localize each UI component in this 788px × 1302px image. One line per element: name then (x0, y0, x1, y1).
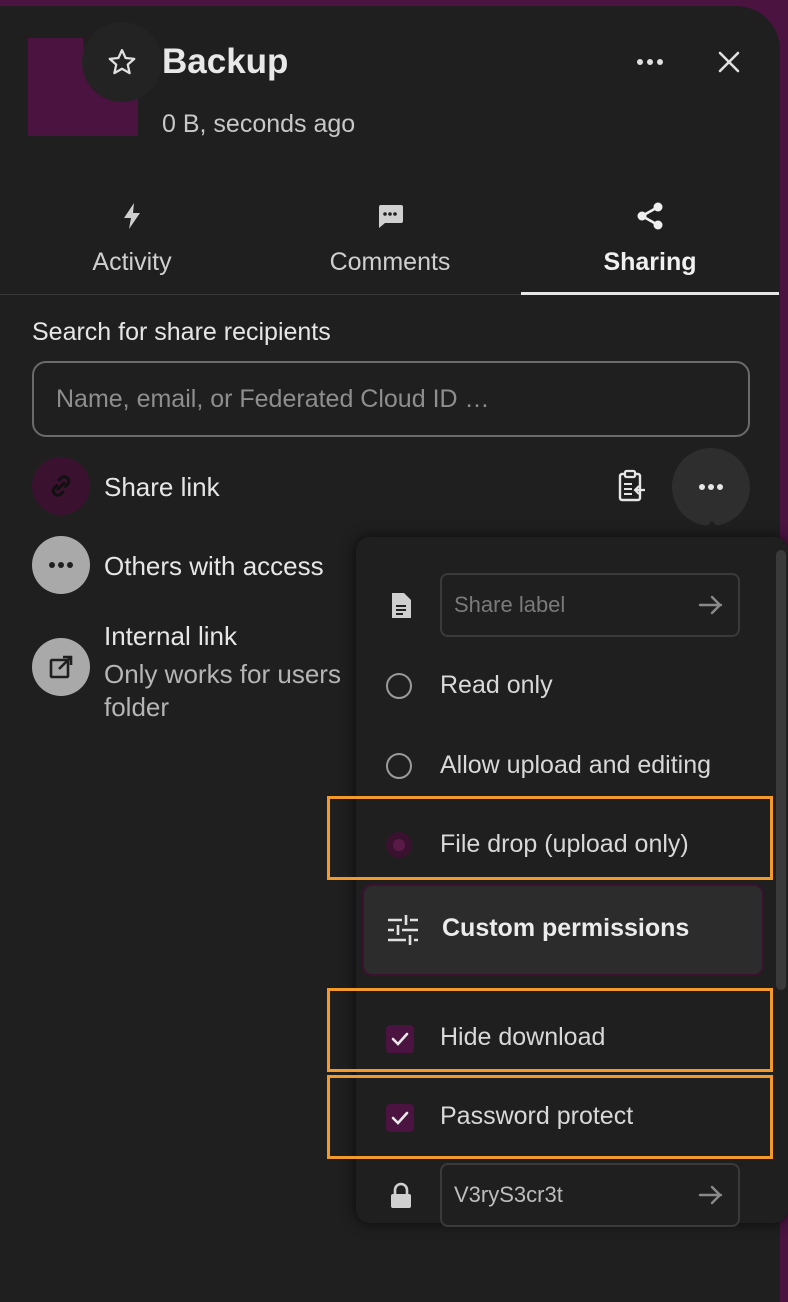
sliders-icon (388, 915, 418, 945)
close-icon (718, 51, 740, 73)
internal-link-desc-2: folder (104, 692, 170, 722)
tab-comments-label: Comments (329, 248, 451, 276)
custom-permissions-label: Custom permissions (442, 914, 690, 942)
highlight-hide-download (327, 988, 773, 1072)
copy-link-button[interactable] (608, 462, 656, 510)
password-field-item (356, 1163, 776, 1229)
share-link-actions-button[interactable] (672, 448, 750, 526)
others-access-label[interactable]: Others with access (104, 551, 324, 582)
others-access-avatar[interactable] (32, 536, 90, 594)
internal-link-desc-1: Only works for users (104, 659, 341, 689)
close-button[interactable] (700, 34, 758, 90)
tab-activity-label: Activity (92, 248, 172, 276)
share-link-avatar (32, 457, 90, 515)
custom-permissions-button[interactable]: Custom permissions (362, 884, 764, 976)
tab-sharing[interactable]: Sharing (521, 182, 779, 295)
link-icon (51, 475, 71, 497)
menu-scrollbar[interactable] (776, 550, 786, 990)
read-only-label: Read only (440, 671, 553, 699)
document-icon-wrap (384, 589, 418, 623)
read-only-radio[interactable] (386, 673, 412, 699)
share-link-label: Share link (104, 472, 220, 502)
arrow-right-icon (698, 595, 723, 615)
highlight-file-drop (327, 796, 773, 880)
lock-icon-wrap (384, 1179, 418, 1213)
tab-comments[interactable]: Comments (261, 182, 519, 294)
lock-icon (391, 1182, 411, 1208)
share-label-item (356, 573, 776, 639)
document-icon (392, 593, 411, 618)
tab-sharing-label: Sharing (603, 248, 697, 276)
search-label: Search for share recipients (32, 318, 331, 346)
internal-link-title: Internal link (104, 621, 237, 651)
allow-upload-editing-label: Allow upload and editing (440, 751, 712, 779)
favorite-button[interactable] (82, 22, 162, 102)
clipboard-icon (618, 469, 645, 502)
tab-bar: Activity Comments Sharing (0, 182, 780, 295)
arrow-right-icon (698, 1185, 723, 1205)
read-only-option[interactable]: Read only (356, 659, 776, 715)
external-link-icon (49, 655, 73, 679)
allow-upload-editing-radio[interactable] (386, 753, 412, 779)
star-icon (108, 49, 136, 75)
comment-icon (379, 205, 403, 228)
tab-activity[interactable]: Activity (3, 182, 261, 294)
highlight-password-protect (327, 1075, 773, 1159)
password-submit[interactable] (694, 1178, 728, 1212)
share-icon (637, 202, 663, 230)
more-horizontal-icon (49, 562, 73, 568)
share-recipient-search-input[interactable] (32, 361, 750, 437)
more-horizontal-icon (637, 59, 663, 65)
sliders-icon-wrap (386, 913, 420, 947)
file-title: Backup (162, 42, 289, 81)
internal-link-avatar (32, 638, 90, 696)
more-actions-button[interactable] (620, 34, 680, 90)
lightning-icon (124, 203, 140, 229)
share-label-submit[interactable] (694, 588, 728, 622)
file-meta: 0 B, seconds ago (162, 110, 356, 138)
allow-upload-editing-option[interactable]: Allow upload and editing (356, 739, 776, 795)
more-horizontal-icon (699, 484, 723, 490)
